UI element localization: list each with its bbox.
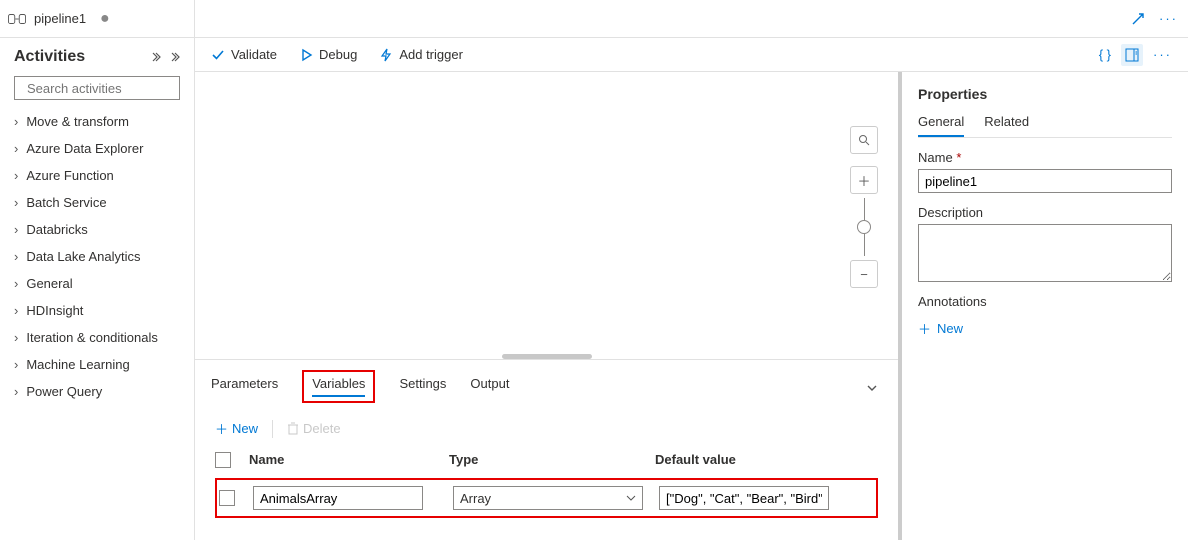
delete-variable-button: Delete [287, 421, 341, 436]
row-checkbox[interactable] [219, 490, 235, 506]
category-hdinsight[interactable]: ›HDInsight [14, 303, 180, 318]
toolbar-more-icon[interactable]: ··· [1153, 47, 1172, 62]
tab-output[interactable]: Output [470, 376, 509, 399]
category-move-transform[interactable]: ›Move & transform [14, 114, 180, 129]
expand-icon[interactable] [1131, 12, 1145, 26]
tab-settings[interactable]: Settings [399, 376, 446, 399]
category-azure-data-explorer[interactable]: ›Azure Data Explorer [14, 141, 180, 156]
category-iteration-conditionals[interactable]: ›Iteration & conditionals [14, 330, 180, 345]
new-variable-button[interactable]: ＋New [215, 419, 258, 438]
variable-name-input[interactable] [253, 486, 423, 510]
canvas-scrollbar[interactable] [502, 354, 592, 359]
props-tab-related[interactable]: Related [984, 114, 1029, 137]
description-label: Description [918, 205, 1172, 220]
activities-heading: Activities [14, 48, 85, 66]
collapse-all-icon[interactable] [150, 51, 162, 63]
activities-search-input[interactable] [27, 81, 203, 96]
json-button[interactable]: { } [1099, 47, 1111, 62]
description-textarea[interactable] [918, 224, 1172, 282]
name-label: Name * [918, 150, 1172, 165]
add-trigger-button[interactable]: Add trigger [379, 47, 463, 62]
properties-toggle-button[interactable] [1121, 44, 1143, 66]
new-annotation-button[interactable]: ＋New [918, 319, 1172, 338]
select-all-checkbox[interactable] [215, 452, 231, 468]
col-default: Default value [655, 452, 855, 468]
annotations-label: Annotations [918, 294, 1172, 309]
category-power-query[interactable]: ›Power Query [14, 384, 180, 399]
pipeline-icon [8, 12, 26, 26]
pipeline-name: pipeline1 [34, 11, 86, 26]
category-general[interactable]: ›General [14, 276, 180, 291]
col-type: Type [449, 452, 655, 468]
variable-default-input[interactable] [659, 486, 829, 510]
collapse-sidebar-icon[interactable] [168, 51, 180, 63]
canvas-search-button[interactable] [850, 126, 878, 154]
chevron-down-icon [626, 493, 636, 503]
tab-parameters[interactable]: Parameters [211, 376, 278, 399]
activities-search[interactable] [14, 76, 180, 100]
properties-title: Properties [918, 86, 1172, 102]
zoom-in-button[interactable]: ＋ [850, 166, 878, 194]
dirty-indicator: ● [100, 10, 110, 28]
collapse-panel-icon[interactable] [866, 382, 878, 394]
pipeline-name-input[interactable] [918, 169, 1172, 193]
variable-type-select[interactable]: Array [453, 486, 643, 510]
zoom-out-button[interactable]: − [850, 260, 878, 288]
more-menu-icon[interactable]: ··· [1159, 11, 1178, 26]
pipeline-canvas[interactable]: ＋ − [195, 72, 898, 360]
debug-button[interactable]: Debug [299, 47, 357, 62]
category-azure-function[interactable]: ›Azure Function [14, 168, 180, 183]
category-batch-service[interactable]: ›Batch Service [14, 195, 180, 210]
category-data-lake-analytics[interactable]: ›Data Lake Analytics [14, 249, 180, 264]
category-databricks[interactable]: ›Databricks [14, 222, 180, 237]
validate-button[interactable]: Validate [211, 47, 277, 62]
titlebar: pipeline1 ● [0, 0, 194, 38]
tab-variables[interactable]: Variables [302, 370, 375, 403]
variable-row: Array [215, 478, 878, 518]
category-machine-learning[interactable]: ›Machine Learning [14, 357, 180, 372]
zoom-slider[interactable] [864, 198, 865, 256]
props-tab-general[interactable]: General [918, 114, 964, 137]
col-name: Name [249, 452, 449, 468]
